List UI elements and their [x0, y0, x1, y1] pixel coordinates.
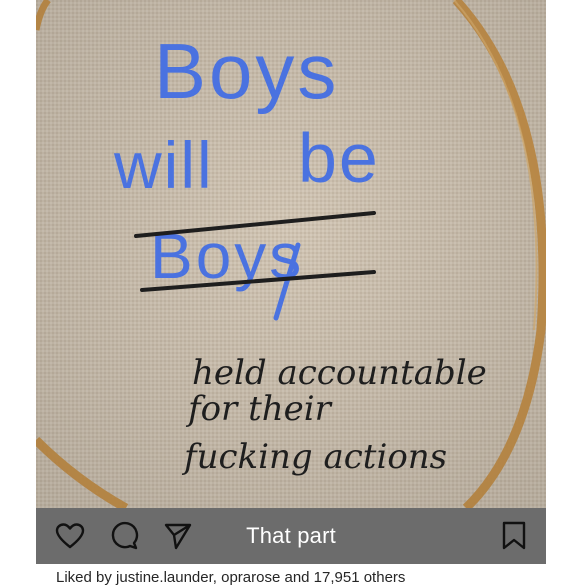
- heart-icon[interactable]: [54, 520, 86, 552]
- post-action-bar: That part: [36, 508, 546, 564]
- comment-icon[interactable]: [108, 520, 140, 552]
- embroidery-script-line2: for their: [185, 389, 333, 429]
- post-photo[interactable]: Boys will be Boys held accountable for t…: [36, 0, 546, 508]
- embroidery-be: be: [298, 119, 380, 197]
- embroidery-hoop-image: Boys will be Boys held accountable for t…: [36, 0, 546, 508]
- liked-by-text[interactable]: Liked by justine.launder, oprarose and 1…: [56, 568, 405, 588]
- embroidery-boys: Boys: [154, 27, 339, 115]
- left-margin: [0, 0, 36, 508]
- send-icon[interactable]: [162, 520, 194, 552]
- bookmark-icon[interactable]: [498, 520, 530, 552]
- embroidery-script-line1: held accountable: [192, 353, 487, 393]
- embroidery-will: will: [113, 128, 214, 202]
- embroidery-script-line3: fucking actions: [181, 437, 447, 477]
- right-margin: [546, 0, 580, 508]
